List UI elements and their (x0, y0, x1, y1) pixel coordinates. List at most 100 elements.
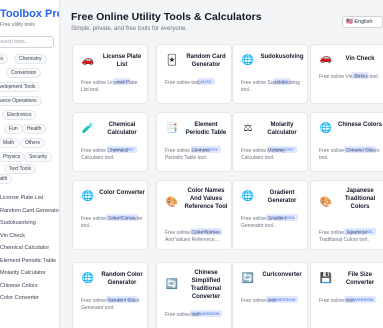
tool-card-description: Free online Color Names And Values Refer… (165, 230, 221, 243)
tool-card[interactable]: 🌐 Sudokusolving AUTO Free online Sudokusolv… (232, 44, 308, 104)
tool-card[interactable]: 🌐 Chinese Colors COLOR TOOL Free online Chi… (310, 112, 383, 172)
card-icon: 🃏 (166, 55, 178, 66)
chip-health-2[interactable]: Health (0, 174, 13, 184)
page-subtitle: Simple, private, and free tools for ever… (71, 26, 188, 32)
convert-icon: 🔄 (241, 273, 255, 284)
tool-card-description: Free online Chinese Colors tool. (319, 148, 380, 161)
tool-card[interactable]: 🔄 Chinese Simplified Traditional Converte… (156, 262, 232, 328)
tool-card-description: Free online Japanese Traditional Colors … (319, 230, 369, 243)
tool-card-description: Free online License Plate List tool. (81, 80, 138, 93)
chip-conversion[interactable]: Conversion (6, 68, 42, 78)
scale-icon: ⚖ (243, 123, 253, 134)
tool-card-title: Chinese Simplified Traditional Converter (190, 270, 222, 300)
language-select[interactable]: 🇺🇸 English (342, 16, 383, 28)
globe-icon: 🌐 (241, 191, 255, 202)
palette-icon: 🎨 (319, 197, 333, 208)
chip-development-tools[interactable]: Development Tools (0, 82, 41, 92)
sidebar-item-chemical-calculator[interactable]: Chemical Calculator (0, 242, 59, 255)
disk-icon: 💾 (319, 273, 333, 284)
main-content: Free Online Utility Tools & Calculators … (60, 0, 383, 328)
tool-card-title: Chemical Calculator (107, 122, 137, 136)
tool-card[interactable]: 🌐 Random Color Generator COLOR TOOL Free on… (72, 262, 148, 328)
tool-card-description: Free online Gradient Generator tool. (241, 216, 287, 229)
palette-icon: 🎨 (165, 197, 179, 208)
tool-card-title: Molarity Calculator (267, 122, 297, 136)
table-icon: 📑 (165, 123, 179, 134)
tool-card[interactable]: 🌐 Color Converter COLOR TOOL Free online Co… (72, 180, 148, 250)
tool-card[interactable]: 🔄 Curlconverter CONVERSION Free online tool… (232, 262, 308, 328)
convert-icon: 🔄 (165, 279, 179, 290)
tool-card-description: Free online tool. (165, 312, 201, 318)
tool-card[interactable]: 🎨 Color Names And Values Reference Tool CO… (156, 180, 232, 250)
sidebar-item-sudokusolving[interactable]: Sudokusolving (0, 217, 59, 230)
chip-chemistry[interactable]: Chemistry (14, 54, 47, 64)
tool-card[interactable]: 🚗 Vin Check AUTO Free online Vin Check tool… (310, 44, 383, 104)
page-title: Free Online Utility Tools & Calculators (71, 11, 262, 23)
brand-subtitle: Free utility tools (0, 22, 36, 28)
sidebar-item-molarity-calculator[interactable]: Molarity Calculator (0, 267, 59, 280)
tool-card-description: Free online tool. (241, 298, 277, 304)
globe-icon: 🌐 (241, 55, 255, 66)
sidebar-tool-list: License Plate List Random Card Generator… (0, 192, 59, 305)
globe-icon: 🌐 (81, 273, 95, 284)
car-icon: 🚗 (319, 53, 333, 64)
tool-card-description: Free online Chemical Calculator tool. (81, 148, 129, 161)
chip-others[interactable]: Others (20, 138, 46, 148)
chip-fun[interactable]: Fun (4, 124, 23, 134)
sidebar-item-vin-check[interactable]: Vin Check (0, 230, 59, 243)
tool-card-title: Curlconverter (262, 272, 302, 278)
tool-card-title: Japanese Traditional Colors (344, 188, 376, 210)
globe-icon: 🌐 (81, 191, 95, 202)
tool-card[interactable]: 🧪 Chemical Calculator CHEMISTRY Free online… (72, 112, 148, 172)
sidebar-item-element-periodic-table[interactable]: Element Periodic Table (0, 255, 59, 268)
car-icon: 🚗 (81, 55, 95, 66)
tool-card[interactable]: 🚗 License Plate List AUTO Free online Licen… (72, 44, 148, 104)
chip-security[interactable]: Security (24, 152, 53, 162)
sidebar-item-license-plate-list[interactable]: License Plate List (0, 192, 59, 205)
chip-auto[interactable]: Auto (0, 54, 9, 64)
chip-physics[interactable]: Physics (0, 152, 26, 162)
tool-card[interactable]: 💾 File Size Converter CONVERSION Free onlin… (310, 262, 383, 328)
tool-card-description: Free online Molarity Calculator tool. (241, 148, 285, 161)
tool-card-title: File Size Converter (345, 272, 375, 286)
tool-card-title: Gradient Generator (267, 190, 297, 204)
tool-card-title: Color Names And Values Reference Tool (184, 188, 228, 210)
tool-card[interactable]: ⚖ Molarity Calculator CHEMISTRY Free online… (232, 112, 308, 172)
chip-health[interactable]: Health (22, 124, 47, 134)
category-chips: Auto Chemistry Conversion Development To… (0, 52, 59, 174)
tool-card-title: License Plate List (102, 54, 142, 68)
tool-card-description: Free online tool. (319, 298, 355, 304)
flag-icon: 🇺🇸 (346, 19, 353, 25)
chip-text-tools[interactable]: Text Tools (4, 164, 37, 174)
tool-card-title: Color Converter (99, 190, 145, 196)
globe-icon: 🌐 (319, 123, 333, 134)
sidebar-item-chinese-colors[interactable]: Chinese Colors (0, 280, 59, 293)
chip-electronics[interactable]: Electronics (2, 110, 37, 120)
tool-card-description: Free online Vin Check tool. (319, 74, 379, 80)
tool-card[interactable]: 🌐 Gradient Generator COLOR TOOL Free online… (232, 180, 308, 250)
sidebar: Toolbox Pro Free utility tools Search to… (0, 0, 60, 328)
tool-card-title: Vin Check (345, 56, 375, 62)
tool-card-description: Free online Element Periodic Table tool. (165, 148, 210, 161)
flask-icon: 🧪 (81, 123, 95, 134)
tool-card-description: Free online tool. (165, 80, 201, 86)
tool-card-title: Random Card Generator (186, 54, 226, 68)
tool-card-title: Chinese Colors (337, 122, 382, 128)
tool-card[interactable]: 🃏 Random Card Generator AUTO Free online to… (156, 44, 232, 104)
chip-finance-operations[interactable]: Finance Operations (0, 96, 42, 106)
sidebar-item-random-card-generator[interactable]: Random Card Generator (0, 205, 59, 218)
sidebar-search-input[interactable]: Search tools... (0, 36, 54, 48)
tool-card-description: Free online Random Color Generator tool. (81, 298, 140, 311)
sidebar-item-color-converter[interactable]: Color Converter (0, 292, 59, 305)
tool-card[interactable]: 📑 Element Periodic Table CHEMISTRY Free onl… (156, 112, 232, 172)
tool-card-title: Sudokusolving (260, 54, 304, 60)
tool-card-description: Free online Color Converter tool. (81, 216, 143, 229)
tool-card-title: Element Periodic Table (185, 122, 227, 136)
category-chips-more: Health (0, 174, 59, 188)
chip-math[interactable]: Math (0, 138, 20, 148)
language-label: English (354, 19, 373, 25)
tool-card-description: Free online Sudokusolving tool. (241, 80, 300, 93)
tool-card[interactable]: 🎨 Japanese Traditional Colors COLOR TOOL Fr… (310, 180, 383, 250)
brand-title[interactable]: Toolbox Pro (0, 0, 59, 20)
tool-card-title: Random Color Generator (101, 272, 143, 286)
